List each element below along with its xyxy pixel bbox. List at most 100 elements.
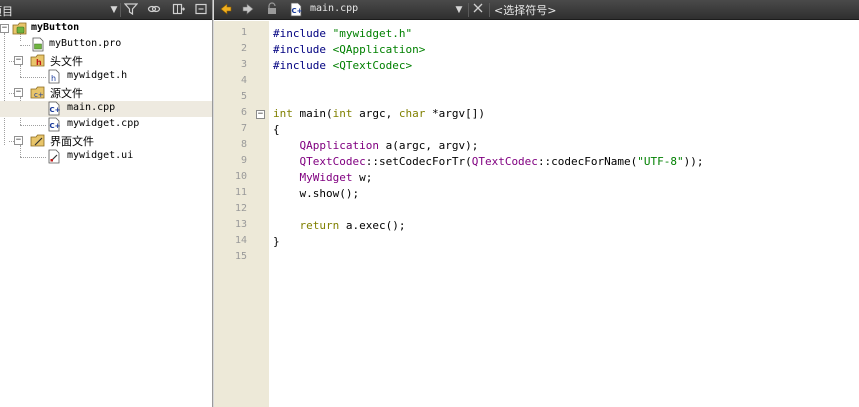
collapse-icon[interactable]: − xyxy=(0,24,9,33)
header-file-icon: h xyxy=(46,69,62,84)
project-toolbar: 项目 ▼ xyxy=(0,0,212,20)
code-token: ::codecForName( xyxy=(537,155,638,168)
svg-text:C+: C+ xyxy=(50,106,61,114)
editor-pane: C+ main.cpp ▼ <选择符号> 1 2 3 4 5 6 7 8 9 10 11 12 13 14… xyxy=(214,0,859,407)
svg-text:C+: C+ xyxy=(292,7,303,15)
code-line: int main(int argc, char *argv[]) xyxy=(273,106,485,122)
code-line: return a.exec(); xyxy=(273,218,406,234)
code-token: MyWidget xyxy=(299,171,353,184)
code-token: #include xyxy=(273,43,333,56)
code-line: #include <QTextCodec> xyxy=(273,58,412,74)
file-dropdown-icon[interactable]: ▼ xyxy=(451,2,467,18)
line-number: 3 xyxy=(240,59,247,70)
tree-item-pro-file[interactable]: myButton.pro xyxy=(0,37,212,53)
code-token: a(argc, argv); xyxy=(378,139,479,152)
collapse-icon[interactable]: − xyxy=(14,88,23,97)
svg-text:h: h xyxy=(51,74,56,83)
tree-item-main-cpp[interactable]: C+ main.cpp xyxy=(0,101,212,117)
tree-item-label: mywidget.ui xyxy=(67,150,134,161)
code-token: #include xyxy=(273,27,333,40)
code-line: #include <QApplication> xyxy=(273,42,425,58)
split-icon[interactable] xyxy=(171,2,187,18)
tree-item-header-file[interactable]: h mywidget.h xyxy=(0,69,212,85)
filter-icon[interactable] xyxy=(123,2,139,18)
project-panel-title: 项目 xyxy=(0,5,13,18)
code-line: { xyxy=(273,122,280,138)
code-token: a.exec(); xyxy=(339,219,406,232)
code-token: QTextCodec xyxy=(471,155,538,168)
line-number: 13 xyxy=(234,219,247,230)
line-number: 14 xyxy=(234,235,247,246)
svg-text:h: h xyxy=(36,58,42,67)
code-line: #include "mywidget.h" xyxy=(273,26,412,42)
cpp-file-icon: C+ xyxy=(46,101,62,116)
sources-folder-icon: c+ xyxy=(30,85,46,100)
code-token: w; xyxy=(352,171,373,184)
code-token: argc, xyxy=(352,107,399,120)
ui-file-icon xyxy=(46,149,62,164)
line-number: 10 xyxy=(234,171,247,182)
tree-item-project[interactable]: − myButton xyxy=(0,21,212,37)
project-panel: 项目 ▼ − xyxy=(0,0,212,407)
code-line: QApplication a(argc, argv); xyxy=(273,138,479,154)
close-panel-icon[interactable] xyxy=(193,2,209,18)
code-token: { xyxy=(273,123,280,136)
tree-item-label: 源文件 xyxy=(50,87,83,100)
pro-file-icon xyxy=(30,37,46,52)
qt-project-icon xyxy=(12,21,28,36)
code-token: )); xyxy=(683,155,704,168)
code-token: #include xyxy=(273,59,333,72)
line-number: 1 xyxy=(240,27,247,38)
line-number: 5 xyxy=(240,91,247,102)
tree-item-label: mywidget.h xyxy=(67,70,128,81)
code-token: ::setCodecForTr( xyxy=(365,155,472,168)
fold-marker-icon[interactable]: − xyxy=(256,110,265,119)
link-editor-icon[interactable] xyxy=(146,2,162,18)
line-number: 4 xyxy=(240,75,247,86)
line-number: 8 xyxy=(240,139,247,150)
forms-folder-icon xyxy=(30,133,46,148)
code-token: <QApplication> xyxy=(332,43,426,56)
cpp-file-icon: C+ xyxy=(46,117,62,132)
tree-item-headers-folder[interactable]: − h 头文件 xyxy=(0,53,212,69)
svg-text:c+: c+ xyxy=(34,91,44,99)
code-line: w.show(); xyxy=(273,186,359,202)
tree-item-mywidget-cpp[interactable]: C+ mywidget.cpp xyxy=(0,117,212,133)
line-number-gutter: 1 2 3 4 5 6 7 8 9 10 11 12 13 14 15− xyxy=(214,21,269,407)
code-token: char xyxy=(398,107,426,120)
code-token: "mywidget.h" xyxy=(332,27,413,40)
code-token: int xyxy=(332,107,353,120)
tree-item-forms-folder[interactable]: − 界面文件 xyxy=(0,133,212,149)
tree-item-label: mywidget.cpp xyxy=(67,118,140,129)
toolbar-separator xyxy=(120,3,121,17)
code-line: } xyxy=(273,234,280,250)
line-number: 11 xyxy=(234,187,247,198)
tree-item-label: myButton xyxy=(31,22,80,33)
collapse-icon[interactable]: − xyxy=(14,136,23,145)
tree-item-label: myButton.pro xyxy=(49,38,122,49)
tree-item-sources-folder[interactable]: − c+ 源文件 xyxy=(0,85,212,101)
code-token: QApplication xyxy=(299,139,379,152)
back-arrow-icon[interactable] xyxy=(218,2,234,18)
code-token: <QTextCodec> xyxy=(332,59,413,72)
close-file-icon[interactable] xyxy=(470,2,486,18)
tree-item-label: 头文件 xyxy=(50,55,83,68)
code-token: w.show(); xyxy=(273,187,360,200)
forward-arrow-icon[interactable] xyxy=(240,2,256,18)
code-token: } xyxy=(273,235,280,248)
tree-item-label: main.cpp xyxy=(67,102,116,113)
code-line: MyWidget w; xyxy=(273,170,373,186)
lock-icon[interactable] xyxy=(264,2,280,18)
symbol-selector[interactable]: <选择符号> xyxy=(494,2,556,18)
tree-item-ui-file[interactable]: mywidget.ui xyxy=(0,149,212,165)
code-line: QTextCodec::setCodecForTr(QTextCodec::co… xyxy=(273,154,704,170)
code-token: *argv[]) xyxy=(425,107,485,120)
toolbar-separator xyxy=(489,3,490,17)
line-number: 6 xyxy=(240,107,247,118)
open-file-name[interactable]: main.cpp xyxy=(310,3,358,14)
collapse-icon[interactable]: − xyxy=(14,56,23,65)
tree-item-label: 界面文件 xyxy=(50,135,94,148)
code-token: int xyxy=(273,107,293,120)
